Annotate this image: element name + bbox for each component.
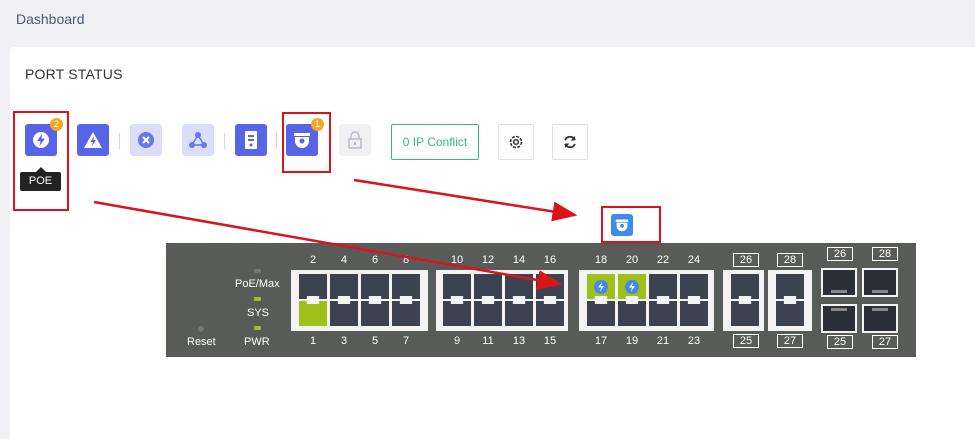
- arrow-poe-to-ports: [93, 200, 563, 290]
- arrow-camera-to-indicator: [353, 178, 578, 222]
- annotation-arrows: [93, 178, 578, 290]
